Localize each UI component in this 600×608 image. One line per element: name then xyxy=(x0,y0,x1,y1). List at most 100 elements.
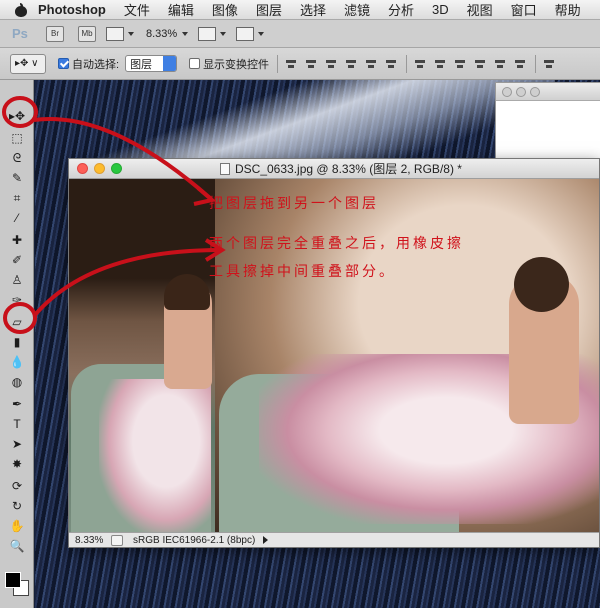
document-status-bar: 8.33% sRGB IEC61966-2.1 (8bpc) xyxy=(69,532,599,547)
application-bar: Ps Br Mb 8.33% xyxy=(0,20,600,48)
zoom-tool-icon[interactable]: 🔍 xyxy=(4,536,30,556)
distribute-left-icon[interactable] xyxy=(473,57,487,71)
clone-stamp-tool-icon[interactable]: ♙ xyxy=(4,270,30,290)
document-title: DSC_0633.jpg @ 8.33% (图层 2, RGB/8) * xyxy=(235,162,462,176)
3d-orbit-tool-icon[interactable]: ↻ xyxy=(4,496,30,516)
distribute-bottom-icon[interactable] xyxy=(453,57,467,71)
move-tool-icon[interactable]: ▸✥ xyxy=(4,106,30,126)
window-minimize-icon[interactable] xyxy=(516,86,526,97)
dress-left xyxy=(99,379,211,534)
menu-analysis[interactable]: 分析 xyxy=(388,0,414,19)
apple-icon[interactable] xyxy=(14,2,28,17)
zoom-window-icon[interactable] xyxy=(111,163,122,174)
ps-logo: Ps xyxy=(12,25,28,41)
auto-align-layers-icon[interactable] xyxy=(542,57,556,71)
align-bottom-icon[interactable] xyxy=(324,57,338,71)
marquee-tool-icon[interactable]: ⬚ xyxy=(4,128,30,148)
show-transform-checkbox[interactable] xyxy=(189,58,201,69)
menu-filter[interactable]: 滤镜 xyxy=(344,0,370,19)
3d-rotate-tool-icon[interactable]: ⟳ xyxy=(4,476,30,496)
screen-mode-dropdown[interactable] xyxy=(236,26,265,41)
foreground-color-swatch[interactable] xyxy=(5,572,21,588)
chevron-down-icon xyxy=(182,31,189,36)
chevron-down-icon xyxy=(128,31,134,36)
eyedropper-tool-icon[interactable]: ⁄ xyxy=(4,208,30,228)
options-bar: ▸✥ ∨ 自动选择: 图层 显示变换控件 xyxy=(0,48,600,80)
arrange-icon xyxy=(198,26,217,41)
shape-tool-icon[interactable]: ✸ xyxy=(4,454,30,474)
status-export-icon[interactable] xyxy=(111,534,123,546)
screen-mode-icon xyxy=(236,26,255,41)
status-color-profile: sRGB IEC61966-2.1 (8bpc) xyxy=(133,534,256,546)
healing-brush-tool-icon[interactable]: ✚ xyxy=(4,230,30,250)
document-titlebar[interactable]: DSC_0633.jpg @ 8.33% (图层 2, RGB/8) * xyxy=(69,159,599,179)
annotation-drag-layer: 把图层拖到另一个图层 xyxy=(209,195,379,211)
blur-tool-icon[interactable]: 💧 xyxy=(4,352,30,372)
menu-bar: Photoshop 文件 编辑 图像 图层 选择 滤镜 分析 3D 视图 窗口 … xyxy=(0,0,600,20)
minibridge-button[interactable]: Mb xyxy=(78,25,96,42)
menu-select[interactable]: 选择 xyxy=(300,0,326,19)
pen-tool-icon[interactable]: ✒ xyxy=(4,394,30,414)
menu-layer[interactable]: 图层 xyxy=(256,0,282,19)
quick-select-tool-icon[interactable]: ✎ xyxy=(4,168,30,188)
align-top-icon[interactable] xyxy=(284,57,298,71)
align-left-icon[interactable] xyxy=(344,57,358,71)
distribute-top-icon[interactable] xyxy=(413,57,427,71)
align-right-icon[interactable] xyxy=(384,57,398,71)
hand-tool-icon[interactable]: ✋ xyxy=(4,516,30,536)
menu-3d[interactable]: 3D xyxy=(432,2,449,17)
minimize-window-icon[interactable] xyxy=(94,163,105,174)
bridge-button[interactable]: Br xyxy=(46,25,64,42)
window-zoom-icon[interactable] xyxy=(530,86,540,97)
chevron-down-icon xyxy=(258,31,265,36)
status-zoom[interactable]: 8.33% xyxy=(69,535,111,546)
arrange-documents-dropdown[interactable] xyxy=(198,26,227,41)
show-transform-label: 显示变换控件 xyxy=(203,58,270,71)
menu-file[interactable]: 文件 xyxy=(124,0,150,19)
window-close-icon[interactable] xyxy=(502,86,512,97)
document-window[interactable]: DSC_0633.jpg @ 8.33% (图层 2, RGB/8) * 把图层… xyxy=(68,158,600,548)
distribute-hcenter-icon[interactable] xyxy=(493,57,507,71)
document-canvas[interactable]: 把图层拖到另一个图层 两个图层完全重叠之后，用橡皮擦 工具擦掉中间重叠部分。 xyxy=(69,179,599,534)
chevron-down-icon xyxy=(220,31,227,36)
annotation-overlap-line1: 两个图层完全重叠之后，用橡皮擦 xyxy=(209,235,464,251)
history-brush-tool-icon[interactable]: ✑ xyxy=(4,290,30,310)
auto-select-checkbox[interactable] xyxy=(58,58,69,69)
auto-select-label: 自动选择: xyxy=(72,58,120,71)
menu-window[interactable]: 窗口 xyxy=(511,0,537,19)
menu-help[interactable]: 帮助 xyxy=(555,0,581,19)
snow-texture xyxy=(95,80,555,170)
grid-icon xyxy=(106,26,124,41)
crop-tool-icon[interactable]: ⌗ xyxy=(4,188,30,208)
lasso-tool-icon[interactable]: ᘓ xyxy=(4,148,30,168)
type-tool-icon[interactable]: T xyxy=(4,414,30,434)
menu-app-name[interactable]: Photoshop xyxy=(38,2,106,17)
divider xyxy=(406,54,408,73)
align-hcenter-icon[interactable] xyxy=(364,57,378,71)
menu-image[interactable]: 图像 xyxy=(212,0,238,19)
distribute-right-icon[interactable] xyxy=(513,57,527,71)
close-window-icon[interactable] xyxy=(77,163,88,174)
divider xyxy=(535,54,537,73)
eraser-tool-icon[interactable]: ▱ xyxy=(4,312,30,332)
status-menu-arrow-icon[interactable] xyxy=(263,536,269,544)
align-vcenter-icon[interactable] xyxy=(304,57,318,71)
brush-tool-icon[interactable]: ✐ xyxy=(4,250,30,270)
tool-preset-picker[interactable]: ▸✥ ∨ xyxy=(10,53,46,74)
dodge-tool-icon[interactable]: ◍ xyxy=(4,372,30,392)
path-select-tool-icon[interactable]: ➤ xyxy=(4,434,30,454)
hair-right xyxy=(514,257,569,312)
distribute-vcenter-icon[interactable] xyxy=(433,57,447,71)
document-file-icon xyxy=(220,162,230,175)
gradient-tool-icon[interactable]: ▮ xyxy=(4,332,30,352)
background-window-titlebar[interactable] xyxy=(496,83,600,101)
menu-view[interactable]: 视图 xyxy=(467,0,493,19)
zoom-dropdown[interactable]: 8.33% xyxy=(146,28,189,40)
divider xyxy=(277,54,279,73)
menu-edit[interactable]: 编辑 xyxy=(168,0,194,19)
auto-select-target[interactable]: 图层 xyxy=(125,55,178,72)
auto-select-value: 图层 xyxy=(130,58,153,71)
view-extras-dropdown[interactable] xyxy=(106,26,134,41)
select-arrow-icon xyxy=(163,56,177,71)
tools-panel: ▸✥ ⬚ ᘓ ✎ ⌗ ⁄ ✚ ✐ ♙ ✑ ▱ ▮ 💧 ◍ ✒ T ➤ ✸ ⟳ ↻… xyxy=(0,80,34,608)
